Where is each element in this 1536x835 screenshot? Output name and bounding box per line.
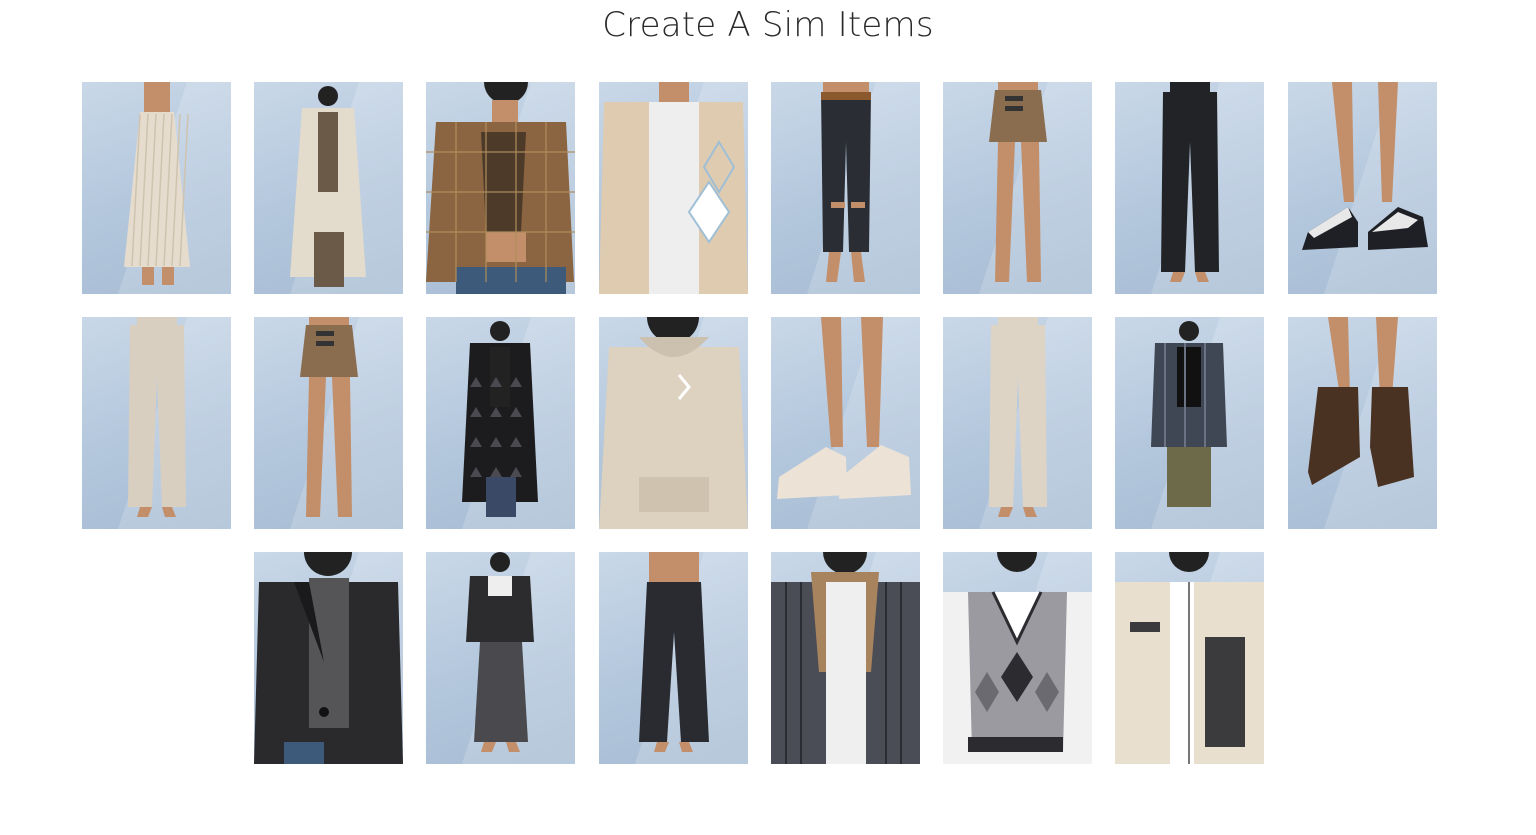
cas-item-ankle-boots[interactable]	[1288, 317, 1437, 529]
cas-item-image	[124, 82, 190, 285]
cas-item-image	[462, 321, 538, 517]
cas-item-plaid-jacket[interactable]	[426, 82, 575, 294]
cas-item-image	[466, 552, 534, 752]
cas-item-trench-coat[interactable]	[254, 82, 403, 294]
cas-item-mini-skirt-2[interactable]	[254, 317, 403, 529]
cas-item-joggers[interactable]	[943, 317, 1092, 529]
cas-item-hoodie[interactable]	[599, 317, 748, 529]
cas-item-plaid-hooded-jacket[interactable]	[771, 552, 920, 764]
cas-item-image	[599, 317, 748, 529]
cas-item-image	[1308, 317, 1414, 487]
cas-item-long-patterned-coat[interactable]	[426, 317, 575, 529]
cas-item-image	[639, 552, 709, 752]
cas-item-image	[821, 82, 871, 282]
cas-item-flannel-shirt[interactable]	[1115, 317, 1264, 529]
cas-item-image	[290, 86, 366, 287]
item-grid	[0, 0, 1536, 835]
cas-item-image	[1302, 82, 1428, 250]
cas-item-image	[1161, 82, 1219, 282]
cas-item-image	[771, 552, 920, 764]
cas-item-image	[426, 82, 575, 294]
cas-item-chunky-sneakers[interactable]	[771, 317, 920, 529]
cas-item-wide-jeans[interactable]	[599, 552, 748, 764]
cas-item-image	[128, 317, 186, 517]
cas-item-mini-skirt[interactable]	[943, 82, 1092, 294]
cas-item-argyle-vest[interactable]	[943, 552, 1092, 764]
cas-item-image	[989, 317, 1047, 517]
cas-item-ripped-jeans[interactable]	[771, 82, 920, 294]
cas-item-sneakers[interactable]	[1288, 82, 1437, 294]
cas-item-cropped-jacket-skirt[interactable]	[426, 552, 575, 764]
cas-item-argyle-cardigan[interactable]	[599, 82, 748, 294]
cas-item-black-blazer[interactable]	[254, 552, 403, 764]
cas-item-image	[989, 82, 1047, 282]
cas-item-image	[777, 317, 911, 499]
cas-item-long-skirt[interactable]	[82, 82, 231, 294]
cas-item-black-trousers[interactable]	[1115, 82, 1264, 294]
cas-item-image	[254, 552, 403, 764]
cas-item-image	[599, 82, 748, 294]
cas-item-image	[300, 317, 358, 517]
cas-item-beige-trousers[interactable]	[82, 317, 231, 529]
cas-item-fleece-jacket[interactable]	[1115, 552, 1264, 764]
cas-item-image	[1151, 321, 1227, 507]
cas-item-image	[943, 552, 1092, 764]
cas-item-image	[1115, 552, 1264, 764]
